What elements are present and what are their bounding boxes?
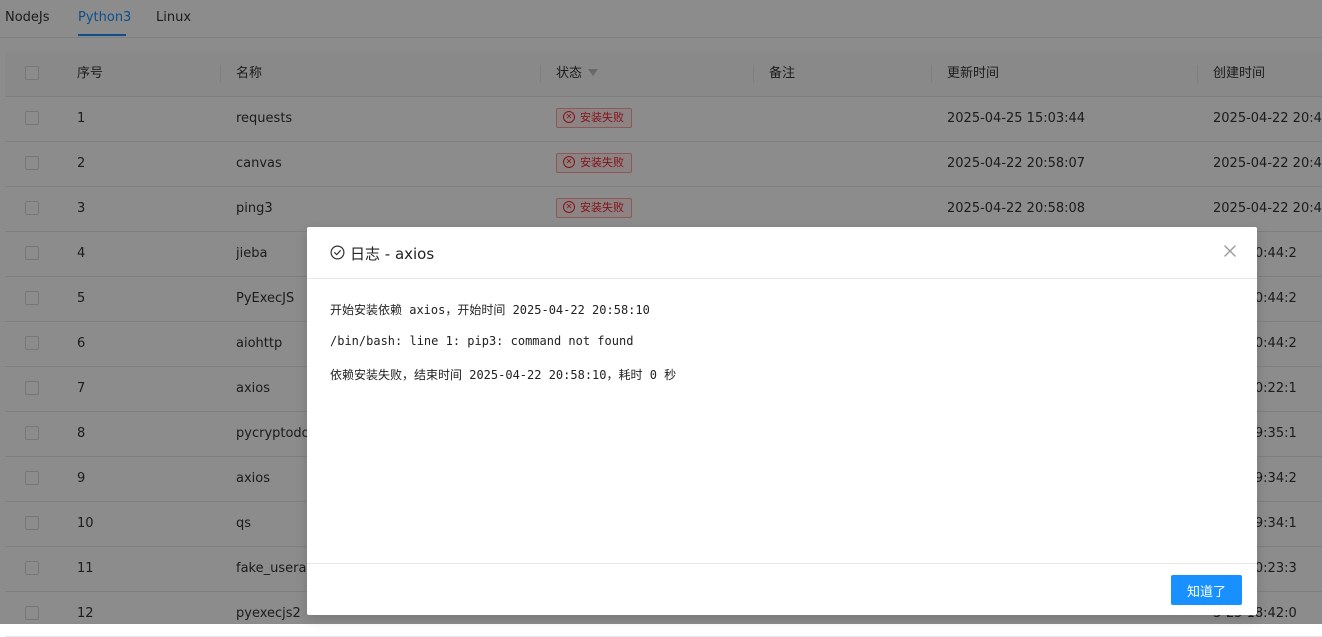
log-line: 开始安装依赖 axios，开始时间 2025-04-22 20:58:10 (330, 303, 650, 317)
modal-footer: 知道了 (307, 563, 1257, 616)
check-circle-icon (330, 245, 345, 260)
log-content: 开始安装依赖 axios，开始时间 2025-04-22 20:58:10 /b… (307, 279, 1257, 563)
close-icon[interactable] (1221, 242, 1239, 260)
modal-header: 日志 - axios (307, 227, 1257, 279)
modal-title: 日志 - axios (350, 245, 435, 263)
ok-button[interactable]: 知道了 (1171, 575, 1242, 605)
log-line: /bin/bash: line 1: pip3: command not fou… (330, 334, 634, 348)
log-modal: 日志 - axios 开始安装依赖 axios，开始时间 2025-04-22 … (307, 227, 1257, 615)
log-line: 依赖安装失败，结束时间 2025-04-22 20:58:10，耗时 0 秒 (330, 368, 677, 382)
